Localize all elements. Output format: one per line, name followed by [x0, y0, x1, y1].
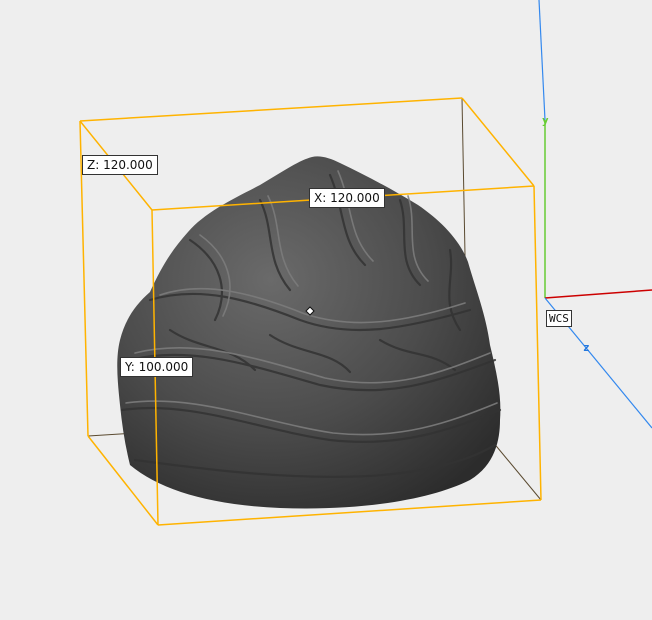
wcs-label: WCS	[546, 310, 572, 327]
dimension-label-x: X: 120.000	[309, 188, 385, 208]
z-axis-label: z	[583, 341, 590, 354]
dimension-label-z: Z: 120.000	[82, 155, 158, 175]
x-axis-line	[544, 289, 652, 299]
dimension-label-y: Y: 100.000	[120, 357, 194, 377]
y-axis-line-ext	[538, 0, 546, 121]
3d-viewport[interactable]: X: 120.000 Z: 120.000 Y: 100.000 y z WCS	[0, 0, 652, 620]
y-axis-label: y	[542, 114, 549, 127]
